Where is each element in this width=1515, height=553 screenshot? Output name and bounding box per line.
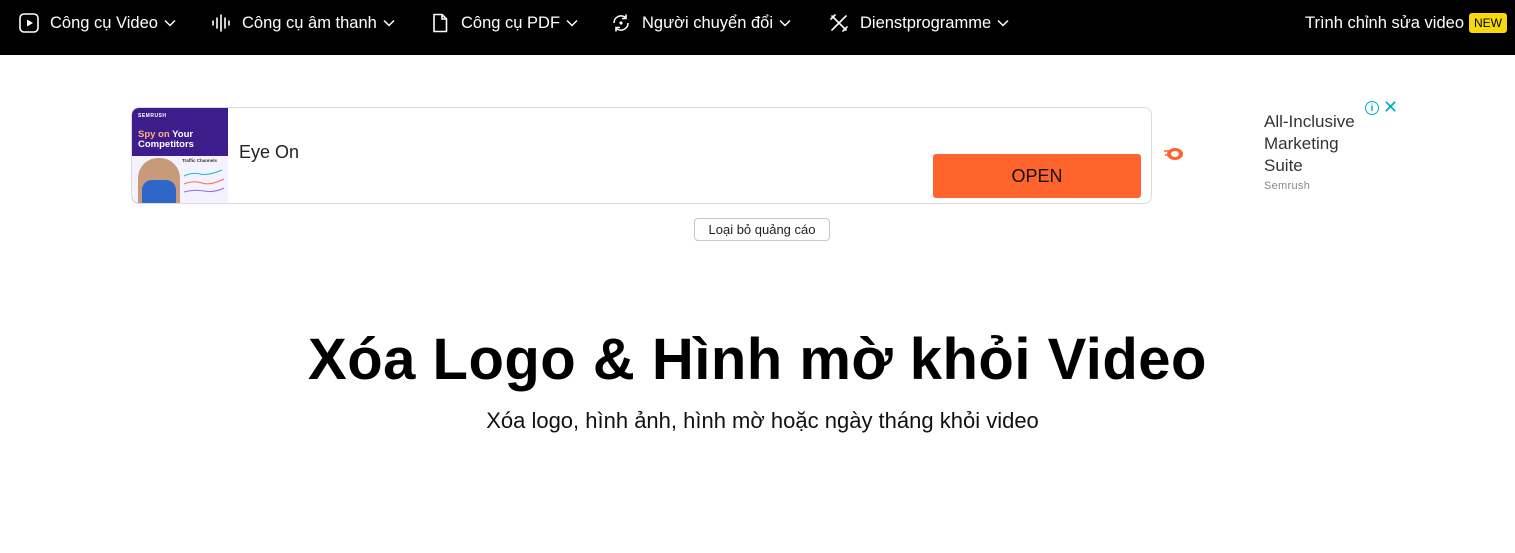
page-title: Xóa Logo & Hình mờ khỏi Video: [308, 327, 1207, 392]
ad-thumb-brand: SEMRUSH: [138, 113, 167, 119]
ad-side-brand: Semrush: [1264, 180, 1311, 192]
nav-audio-tools-label: Công cụ âm thanh: [242, 13, 377, 32]
ad-side-text[interactable]: All-Inclusive Marketing Suite: [1264, 111, 1374, 177]
nav-pdf-tools-label: Công cụ PDF: [461, 13, 561, 32]
nav-converters-label: Người chuyển đổi: [642, 13, 774, 32]
remove-ads-button[interactable]: Loại bỏ quảng cáo: [694, 218, 830, 241]
semrush-logo-icon: [1164, 148, 1183, 160]
file-icon: [429, 12, 451, 34]
chevron-down-icon: [997, 19, 1009, 27]
convert-cycle-icon: [610, 12, 632, 34]
nav-video-editor-link[interactable]: Trình chỉnh sửa video NEW: [1305, 0, 1507, 46]
chevron-down-icon: [779, 19, 791, 27]
page-subtitle: Xóa logo, hình ảnh, hình mờ hoặc ngày th…: [486, 408, 1039, 433]
nav-video-tools-label: Công cụ Video: [50, 13, 158, 32]
nav-audio-tools[interactable]: Công cụ âm thanh: [210, 0, 395, 46]
ad-thumbnail: SEMRUSH Spy on Your Competitors Traffic …: [132, 108, 228, 203]
nav-utilities-label: Dienstprogramme: [860, 13, 992, 32]
ad-close-icon[interactable]: ✕: [1383, 98, 1398, 116]
sound-wave-icon: [210, 12, 232, 34]
ad-thumb-person: [138, 158, 180, 203]
chevron-down-icon: [383, 19, 395, 27]
ad-info-icon[interactable]: i: [1365, 101, 1379, 115]
nav-utilities[interactable]: Dienstprogramme: [828, 0, 1009, 46]
top-nav: Công cụ Video Công cụ âm thanh Công cụ P…: [0, 0, 1515, 55]
ad-headline[interactable]: Eye On: [239, 142, 299, 163]
chevron-down-icon: [566, 19, 578, 27]
nav-converters[interactable]: Người chuyển đổi: [610, 0, 791, 46]
nav-video-editor-label: Trình chỉnh sửa video: [1304, 13, 1464, 32]
ad-thumb-headline: Spy on Your Competitors: [138, 130, 226, 150]
nav-video-tools[interactable]: Công cụ Video: [18, 0, 176, 46]
new-badge: NEW: [1469, 13, 1507, 33]
tools-icon: [828, 12, 850, 34]
ad-open-button[interactable]: OPEN: [933, 154, 1141, 198]
chevron-down-icon: [164, 19, 176, 27]
play-circle-icon: [18, 12, 40, 34]
ad-banner[interactable]: SEMRUSH Spy on Your Competitors Traffic …: [131, 107, 1152, 204]
nav-pdf-tools[interactable]: Công cụ PDF: [429, 0, 578, 46]
